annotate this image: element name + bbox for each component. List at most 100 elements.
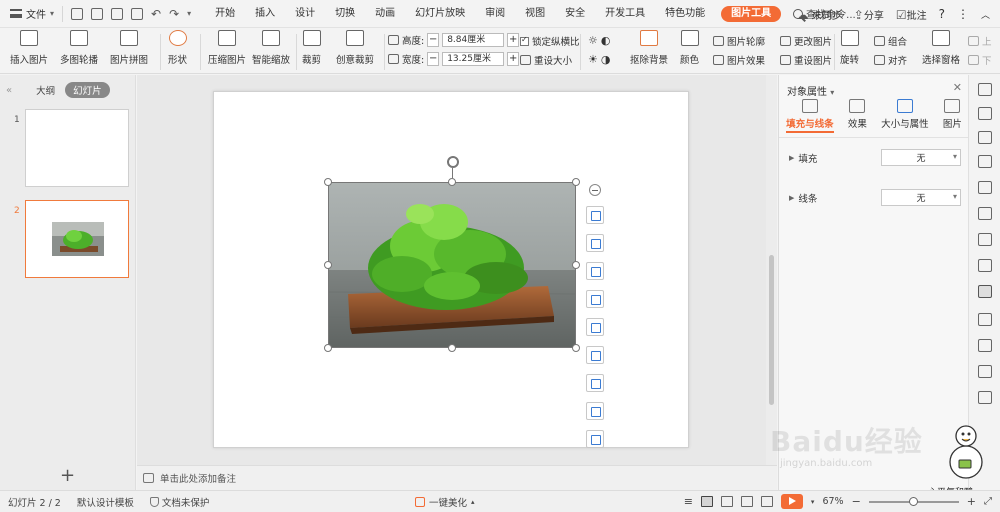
shape-button[interactable]: 形状: [168, 30, 187, 66]
replace-picture-icon[interactable]: [586, 346, 604, 364]
picture-collage-button[interactable]: 图片拼图: [110, 30, 148, 66]
contrast-down-icon[interactable]: ◑: [601, 53, 611, 66]
insert-picture-button[interactable]: 插入图片: [10, 30, 48, 66]
magic-icon[interactable]: [978, 181, 992, 194]
slide-thumbnail-1[interactable]: [25, 109, 129, 187]
expand-arrow-icon[interactable]: ▶: [789, 194, 794, 202]
compress-picture-button[interactable]: 压缩图片: [208, 30, 246, 66]
share-button[interactable]: ⇪分享: [854, 7, 884, 22]
zoom-level[interactable]: 67%: [822, 496, 843, 507]
shapes-icon[interactable]: [978, 131, 992, 144]
tab-picture[interactable]: 图片: [943, 99, 962, 135]
save-icon[interactable]: [71, 7, 84, 20]
collapse-toolbar-icon[interactable]: [589, 184, 601, 196]
tab-outline[interactable]: 大纲: [36, 83, 55, 97]
play-slideshow-button[interactable]: [780, 494, 803, 509]
properties-icon[interactable]: [978, 285, 992, 298]
align-button[interactable]: 对齐: [874, 53, 907, 67]
presenter-view-icon[interactable]: [760, 496, 773, 507]
chevron-down-icon[interactable]: ▾: [811, 498, 815, 506]
redo-icon[interactable]: ↷: [169, 7, 179, 21]
tab-design[interactable]: 设计: [285, 0, 325, 28]
image-icon[interactable]: [978, 391, 992, 404]
crop-tool-icon[interactable]: [586, 206, 604, 224]
width-input[interactable]: 13.25厘米: [442, 52, 505, 66]
copy-format-icon[interactable]: [978, 107, 992, 120]
picture-grid-icon[interactable]: [586, 318, 604, 336]
select-tool-icon[interactable]: [978, 83, 992, 96]
remove-background-button[interactable]: 抠除背景: [630, 30, 668, 66]
multi-outline-button[interactable]: 多图轮播: [60, 30, 98, 66]
tab-features[interactable]: 特色功能: [655, 0, 715, 28]
tab-size-properties[interactable]: 大小与属性: [881, 99, 929, 135]
tab-effects[interactable]: 效果: [848, 99, 867, 135]
scrollbar-thumb[interactable]: [769, 255, 774, 405]
vertical-scrollbar[interactable]: [766, 75, 777, 465]
tab-developer[interactable]: 开发工具: [595, 0, 655, 28]
resize-handle-right[interactable]: [572, 261, 580, 269]
picture-style-icon[interactable]: [586, 430, 604, 448]
close-icon[interactable]: ✕: [953, 81, 962, 94]
change-picture-button[interactable]: 更改图片: [780, 34, 832, 48]
zoom-slider-knob[interactable]: [908, 496, 918, 506]
notes-toggle-icon[interactable]: ≡: [684, 495, 693, 508]
tab-home[interactable]: 开始: [205, 0, 245, 28]
copy-picture-icon[interactable]: [586, 374, 604, 392]
line-select[interactable]: 无: [881, 189, 961, 206]
picture-effect-button[interactable]: 图片效果: [713, 53, 765, 67]
rotate-button[interactable]: 旋转: [840, 30, 859, 66]
reset-size-button[interactable]: 重设大小: [520, 53, 572, 67]
tab-security[interactable]: 安全: [555, 0, 595, 28]
crop-button[interactable]: 裁剪: [302, 30, 321, 66]
split-picture-icon[interactable]: [586, 262, 604, 280]
height-decrease-button[interactable]: −: [427, 33, 440, 47]
share-out-icon[interactable]: [978, 339, 992, 352]
sync-status[interactable]: ☁ 未同步: [797, 7, 842, 22]
rotate-handle-icon[interactable]: [447, 156, 459, 168]
archive-icon[interactable]: [978, 365, 992, 378]
tab-fill-and-line[interactable]: 填充与线条: [786, 99, 834, 135]
collapse-panel-icon[interactable]: «: [6, 85, 12, 96]
smart-scale-button[interactable]: 智能缩放: [252, 30, 290, 66]
resize-handle-top-left[interactable]: [324, 178, 332, 186]
print-preview-icon[interactable]: [131, 7, 144, 20]
selection-pane-button[interactable]: 选择窗格: [922, 30, 960, 66]
template-name[interactable]: 默认设计模板: [69, 495, 142, 509]
resize-handle-top-right[interactable]: [572, 178, 580, 186]
table-icon[interactable]: [978, 207, 992, 220]
resize-handle-top[interactable]: [448, 178, 456, 186]
chart-icon[interactable]: [978, 259, 992, 272]
tab-animation[interactable]: 动画: [365, 0, 405, 28]
tab-insert[interactable]: 插入: [245, 0, 285, 28]
resize-handle-bottom-left[interactable]: [324, 344, 332, 352]
slide-thumbnail-2[interactable]: [25, 200, 129, 278]
tab-review[interactable]: 审阅: [475, 0, 515, 28]
picture-outline-button[interactable]: 图片轮廓: [713, 34, 765, 48]
brightness-up-icon[interactable]: ☼: [588, 34, 598, 47]
grid-icon[interactable]: [978, 233, 992, 246]
customize-chevron-icon[interactable]: ▾: [187, 9, 191, 18]
slide-sorter-icon[interactable]: [720, 496, 733, 507]
brightness-down-icon[interactable]: ☀: [588, 53, 598, 66]
group-button[interactable]: 组合: [874, 34, 907, 48]
reset-picture-button[interactable]: 重设图片: [780, 53, 832, 67]
fill-select[interactable]: 无: [881, 149, 961, 166]
zoom-slider[interactable]: [868, 496, 959, 506]
document-protection[interactable]: 文档未保护: [142, 495, 218, 509]
backup-icon[interactable]: [978, 313, 992, 326]
animation-icon[interactable]: [978, 155, 992, 168]
expand-arrow-icon[interactable]: ▶: [789, 154, 794, 162]
tab-slideshow[interactable]: 幻灯片放映: [405, 0, 475, 28]
file-menu[interactable]: 文件 ▾: [0, 0, 62, 28]
send-down-button[interactable]: 下: [968, 53, 992, 67]
creative-crop-button[interactable]: 创意裁剪: [336, 30, 374, 66]
zoom-picture-icon[interactable]: [586, 290, 604, 308]
fit-window-icon[interactable]: ⤢: [984, 496, 992, 507]
comment-button[interactable]: ☑批注: [896, 7, 927, 22]
bring-up-button[interactable]: 上: [968, 34, 992, 48]
notes-bar[interactable]: 单击此处添加备注: [137, 465, 777, 490]
tab-slides[interactable]: 幻灯片: [65, 82, 110, 98]
tab-picture-tools[interactable]: 图片工具: [721, 5, 782, 22]
add-slide-icon[interactable]: +: [60, 465, 75, 486]
contrast-up-icon[interactable]: ◐: [601, 34, 611, 47]
